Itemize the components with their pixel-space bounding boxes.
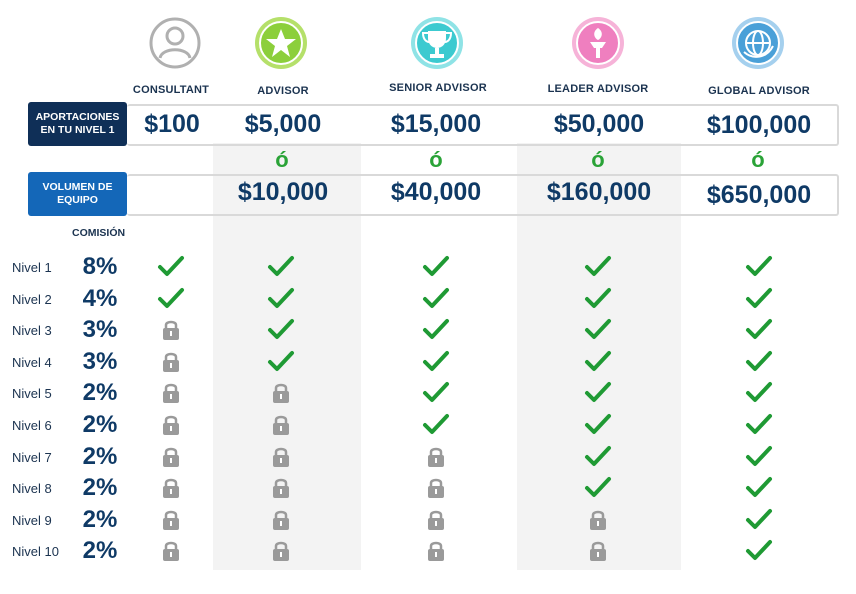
- check-icon: [585, 382, 611, 403]
- check-icon: [268, 350, 294, 371]
- aportaciones-leader-advisor: $50,000: [553, 110, 645, 138]
- rank-label-consultant: CONSULTANT: [132, 84, 210, 96]
- commission-percentage: 8%: [82, 253, 118, 280]
- lock-icon: [163, 478, 179, 499]
- nivel-label: Nivel 9: [12, 512, 52, 528]
- check-icon: [423, 256, 449, 276]
- nivel-label: Nivel 3: [12, 323, 52, 339]
- lock-icon: [273, 542, 289, 562]
- star-badge-icon: [255, 17, 307, 69]
- check-icon: [585, 319, 611, 340]
- rank-label-leader-advisor: LEADER ADVISOR: [547, 83, 649, 95]
- nivel-label: Nivel 5: [12, 386, 52, 402]
- lock-icon: [273, 447, 289, 467]
- lock-icon: [428, 447, 444, 467]
- commission-percentage: 2%: [82, 505, 118, 533]
- commission-percentage: 2%: [82, 442, 118, 470]
- torch-badge-icon: [572, 17, 624, 69]
- globe-badge-icon: [732, 17, 784, 69]
- volumen-leader-advisor: $160,000: [546, 178, 652, 206]
- or-mark-leader-advisor: ó: [591, 147, 605, 172]
- lock-icon: [428, 510, 444, 530]
- check-icon: [423, 350, 449, 371]
- lock-icon: [163, 510, 179, 530]
- check-icon: [746, 414, 772, 434]
- lock-icon: [163, 542, 179, 562]
- check-icon: [746, 508, 772, 529]
- check-icon: [423, 414, 449, 434]
- lock-icon: [273, 478, 289, 499]
- nivel-label: Nivel 10: [12, 544, 59, 560]
- commission-percentage: 3%: [82, 347, 118, 375]
- aportaciones-senior-advisor: $15,000: [390, 110, 482, 138]
- nivel-label: Nivel 2: [12, 291, 52, 307]
- volumen-global-advisor: $650,000: [706, 181, 812, 209]
- nivel-label: Nivel 4: [12, 354, 52, 370]
- lock-icon: [273, 510, 289, 530]
- check-icon: [746, 477, 772, 498]
- lock-icon: [590, 542, 606, 562]
- check-icon: [746, 445, 772, 466]
- check-icon: [158, 287, 184, 308]
- commission-percentage: 2%: [82, 537, 118, 565]
- lock-icon: [163, 415, 179, 435]
- check-icon: [158, 256, 184, 276]
- rank-label-advisor: ADVISOR: [257, 85, 309, 97]
- check-icon: [585, 287, 611, 308]
- lock-icon: [273, 415, 289, 435]
- check-icon: [746, 540, 772, 561]
- rank-label-global-advisor: GLOBAL ADVISOR: [708, 85, 810, 97]
- check-icon: [268, 287, 294, 308]
- commission-percentage: 2%: [82, 379, 118, 407]
- volumen-advisor: $10,000: [237, 178, 329, 206]
- check-icon: [585, 350, 611, 371]
- aportaciones-global-advisor: $100,000: [706, 111, 812, 139]
- volumen-label: VOLUMEN DE EQUIPO: [28, 172, 127, 216]
- check-icon: [585, 414, 611, 434]
- aportaciones-advisor: $5,000: [244, 110, 322, 138]
- commission-percentage: 2%: [82, 474, 118, 502]
- or-mark-advisor: ó: [275, 147, 289, 172]
- user-icon: [149, 17, 201, 69]
- lock-icon: [163, 352, 179, 372]
- lock-icon: [428, 478, 444, 499]
- nivel-label: Nivel 8: [12, 481, 52, 497]
- aportaciones-consultant: $100: [144, 110, 200, 138]
- aportaciones-label: APORTACIONES EN TU NIVEL 1: [28, 102, 127, 146]
- commission-percentage: 4%: [82, 284, 118, 312]
- check-icon: [746, 382, 772, 403]
- lock-icon: [590, 510, 606, 530]
- comision-header: COMISIÓN: [72, 227, 126, 239]
- rank-label-senior-advisor: SENIOR ADVISOR: [389, 82, 487, 94]
- or-mark-global-advisor: ó: [751, 147, 765, 172]
- check-icon: [268, 256, 294, 276]
- nivel-label: Nivel 1: [12, 260, 52, 275]
- check-icon: [423, 287, 449, 308]
- lock-icon: [163, 384, 179, 404]
- commission-percentage: 2%: [82, 411, 118, 438]
- check-icon: [423, 319, 449, 340]
- check-icon: [585, 256, 611, 276]
- volumen-senior-advisor: $40,000: [390, 178, 482, 206]
- lock-icon: [428, 542, 444, 562]
- nivel-label: Nivel 7: [12, 449, 52, 465]
- lock-icon: [163, 447, 179, 467]
- commission-percentage: 3%: [82, 316, 118, 344]
- lock-icon: [163, 320, 179, 341]
- check-icon: [585, 445, 611, 466]
- lock-icon: [273, 384, 289, 404]
- check-icon: [585, 477, 611, 498]
- check-icon: [746, 256, 772, 276]
- check-icon: [746, 350, 772, 371]
- nivel-label: Nivel 6: [12, 418, 52, 433]
- check-icon: [423, 382, 449, 403]
- or-mark-senior-advisor: ó: [429, 147, 443, 172]
- check-icon: [268, 319, 294, 340]
- check-icon: [746, 319, 772, 340]
- check-icon: [746, 287, 772, 308]
- trophy-badge-icon: [411, 17, 463, 69]
